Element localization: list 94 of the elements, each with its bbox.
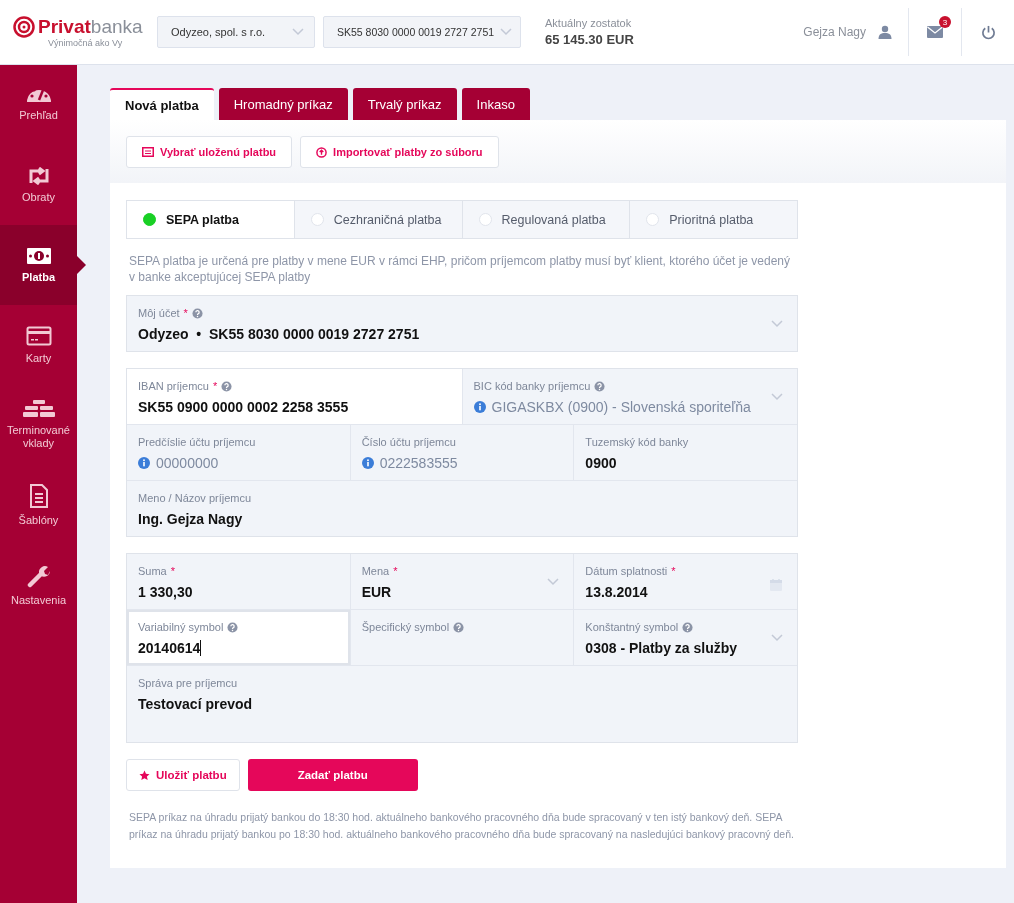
sidebar-item[interactable]: Prehľad [0, 65, 77, 145]
description-text: SEPA platba je určená pre platby v mene EUR v rámci EHP, pričom príjemcom platby musí byť klient, ktorého účet je vedený v banke akceptujúcej SEPA platby [129, 253, 792, 285]
field-value: 0308 - Platby za služby [585, 640, 738, 656]
sidebar-item[interactable]: Nastavenia [0, 545, 77, 625]
messages-button[interactable]: 3 [908, 8, 961, 56]
header-select[interactable]: Odyzeo, spol. s r.o. [157, 16, 315, 48]
sidebar-item[interactable]: Obraty [0, 145, 77, 225]
field-value: 0900 [585, 455, 617, 471]
form-field[interactable]: Mena * EUR [349, 554, 574, 609]
form-field[interactable]: Suma * 1 330,30 [127, 554, 350, 609]
list-icon [142, 147, 154, 157]
logo-icon [13, 16, 35, 38]
tab[interactable]: Inkaso [461, 88, 530, 120]
field-value: 13.8.2014 [585, 584, 648, 600]
header-select[interactable]: SK55 8030 0000 0019 2727 2751 [323, 16, 521, 48]
power-icon [980, 24, 996, 40]
user-name: Gejza Nagy [803, 25, 866, 39]
balance-label: Aktuálny zostatok [545, 17, 633, 29]
dropdown-chevron-icon [547, 578, 560, 586]
dropdown-chevron-icon [771, 634, 783, 642]
field-value: EUR [361, 584, 392, 600]
field-label: Mena [361, 565, 390, 577]
save-button[interactable]: Uložiť platbu [126, 759, 240, 791]
field-value: SK55 0900 0000 0002 2258 3555 [138, 399, 349, 415]
form-field[interactable]: Variabilný symbol 20140614 [127, 610, 350, 665]
toolbar-button[interactable]: Importovať platby zo súboru [300, 136, 499, 168]
field-label: Variabilný symbol [138, 621, 224, 633]
radio-button[interactable] [143, 213, 156, 226]
sidebar-item[interactable]: Terminované vklady [0, 385, 77, 465]
field-value: 00000000 [156, 455, 219, 471]
tab[interactable]: Hromadný príkaz [218, 88, 348, 120]
field-label: Predčíslie účtu príjemcu [138, 436, 256, 448]
tab[interactable]: Nová platba [110, 88, 214, 120]
logo-wordmark: Privatbanka [38, 16, 143, 38]
field-label: Číslo účtu príjemcu [361, 436, 456, 448]
footnote-text: SEPA príkaz na úhradu prijatý bankou do 18:30 hod. aktuálneho bankového pracovného dňa bude spracovaný v ten istý bankový deň. SEPA príkaz na úhradu prijatý bankou po 18:30 hod. aktuálneho bankového pracovného dňa bude spracovaný na nasledujúci bankový pracovný deň. [129, 810, 795, 842]
user-icon [878, 25, 892, 39]
upload-circle-icon [316, 146, 328, 158]
star-icon [139, 769, 150, 781]
field-label: Suma [138, 565, 167, 577]
dropdown-chevron-icon [771, 393, 783, 401]
payment-type-option[interactable]: Regulovaná platba [461, 201, 630, 238]
required-mark: * [183, 307, 188, 319]
credit-card-icon [25, 325, 52, 346]
form-field[interactable]: Tuzemský kód banky 0900 [573, 425, 797, 480]
field-label: IBAN príjemcu [138, 380, 209, 392]
field-label: BIC kód banky príjemcu [473, 380, 591, 392]
payment-type-option[interactable]: SEPA platba [127, 201, 294, 238]
sidebar-item[interactable]: Karty [0, 305, 77, 385]
calendar-icon [769, 578, 783, 592]
field-value: GIGASKBX (0900) - Slovenská sporiteľňa [491, 399, 751, 415]
field-value: 20140614 [138, 640, 201, 656]
field-label: Správa pre príjemcu [138, 677, 238, 689]
wrench-icon [26, 563, 51, 588]
submit-button[interactable]: Zadať platbu [247, 759, 418, 791]
banknote-icon [25, 246, 52, 265]
field-value: Ing. Gejza Nagy [138, 511, 243, 527]
required-mark: * [393, 565, 398, 577]
sidebar-item[interactable]: Platba [0, 225, 77, 305]
field-label: Špecifický symbol [361, 621, 450, 633]
required-mark: * [671, 565, 676, 577]
field-label: Dátum splatnosti [585, 565, 668, 577]
gauge-icon [25, 88, 52, 103]
dropdown-chevron-icon [771, 320, 783, 328]
field-label: Môj účet [138, 307, 180, 319]
toolbar-button[interactable]: Vybrať uloženú platbu [126, 136, 293, 168]
field-value: 1 330,30 [138, 584, 193, 600]
bricks-icon [22, 400, 55, 418]
form-field[interactable]: Dátum splatnosti * 13.8.2014 [573, 554, 797, 609]
form-field[interactable]: Správa pre príjemcu Testovací prevod [127, 666, 797, 742]
field-value: 0222583555 [379, 455, 458, 471]
chevron-icon [500, 28, 512, 36]
field-value: Testovací prevod [138, 696, 253, 712]
balance-value: 65 145.30 EUR [545, 32, 634, 47]
form-field[interactable]: Meno / Názov príjemcu Ing. Gejza Nagy [127, 481, 797, 536]
logo-tagline: Výnimočná ako Vy [48, 38, 124, 48]
text-cursor [200, 640, 202, 656]
tab[interactable]: Trvalý príkaz [352, 88, 457, 120]
field-label: Meno / Názov príjemcu [138, 492, 252, 504]
chevron-icon [292, 28, 304, 36]
form-field[interactable]: Konštantný symbol 0308 - Platby za služby [573, 610, 797, 665]
field-label: Tuzemský kód banky [585, 436, 689, 448]
payment-type-option[interactable]: Cezhraničná platba [293, 201, 462, 238]
required-mark: * [212, 380, 218, 392]
required-mark: * [170, 565, 176, 577]
mail-icon [927, 26, 943, 38]
sidebar-item[interactable]: Šablóny [0, 465, 77, 545]
document-icon [28, 483, 49, 508]
pointer-arrow [77, 256, 86, 274]
field-value: Odyzeo • SK55 8030 0000 0019 2727 2751 [138, 326, 420, 342]
payment-type-option[interactable]: Prioritná platba [629, 201, 797, 238]
field-label: Konštantný symbol [585, 621, 679, 633]
message-count-badge: 3 [939, 16, 951, 28]
form-field[interactable]: Môj účet * Odyzeo • SK55 8030 0000 0019 2727 2751 [127, 296, 797, 351]
